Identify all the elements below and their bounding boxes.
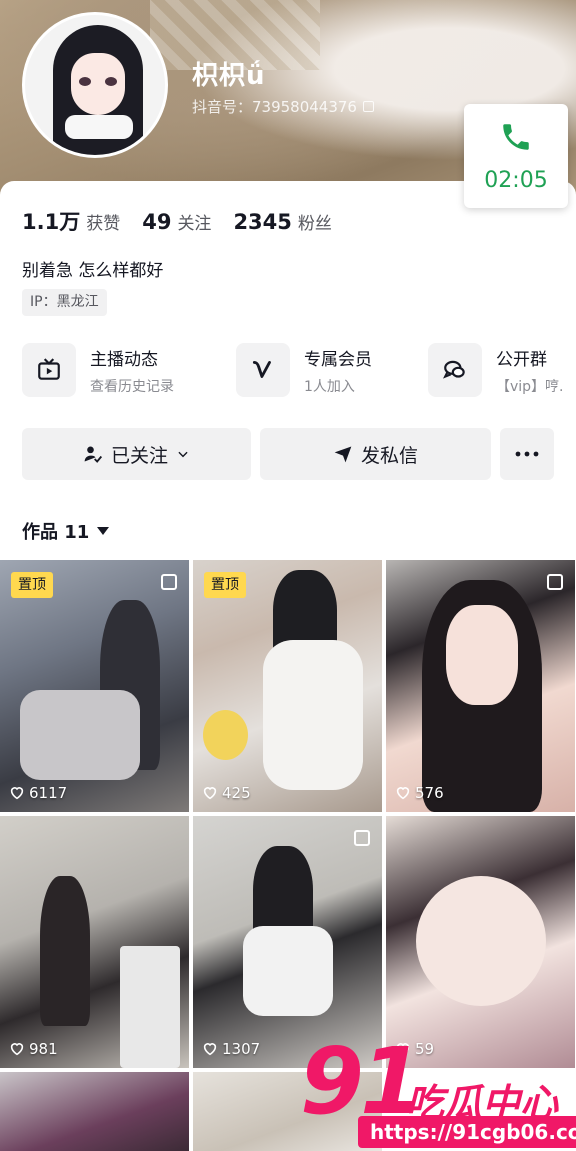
profile-page: 枳枳ǘ 抖音号：73958044376 02:05 1.1万 获赞 49 关注 … bbox=[0, 0, 576, 1151]
multi-image-icon bbox=[354, 830, 370, 846]
feature-title: 公开群 bbox=[496, 349, 547, 370]
stat-value: 49 bbox=[142, 210, 172, 234]
v-icon bbox=[236, 343, 290, 397]
heart-icon bbox=[10, 1043, 24, 1056]
video-thumbnail[interactable]: 576 bbox=[386, 560, 575, 812]
heart-icon bbox=[396, 787, 410, 800]
heart-icon bbox=[203, 1043, 217, 1056]
stat-label: 获赞 bbox=[86, 214, 121, 234]
call-duration: 02:05 bbox=[484, 167, 548, 193]
heart-icon bbox=[203, 787, 217, 800]
stat-value: 2345 bbox=[233, 210, 292, 234]
send-message-button[interactable]: 发私信 bbox=[260, 428, 491, 480]
avatar[interactable] bbox=[22, 12, 168, 158]
stats-row: 1.1万 获赞 49 关注 2345 粉丝 bbox=[22, 206, 332, 236]
stat-label: 粉丝 bbox=[297, 214, 332, 234]
like-count: 576 bbox=[395, 784, 444, 802]
call-floating-window[interactable]: 02:05 bbox=[464, 104, 568, 208]
like-count: 6117 bbox=[9, 784, 67, 802]
more-button[interactable] bbox=[500, 428, 554, 480]
tv-icon bbox=[22, 343, 76, 397]
stat-value: 1.1万 bbox=[22, 210, 81, 234]
feature-subtitle: 【vip】哼. bbox=[496, 378, 564, 395]
heart-icon bbox=[10, 787, 24, 800]
stat-following[interactable]: 49 关注 bbox=[142, 209, 211, 234]
copy-icon[interactable] bbox=[362, 101, 374, 112]
stat-followers[interactable]: 2345 粉丝 bbox=[233, 209, 331, 234]
followed-label: 已关注 bbox=[110, 444, 168, 467]
feature-public-group[interactable]: 公开群 【vip】哼. bbox=[428, 343, 564, 397]
douyin-id[interactable]: 抖音号：73958044376 bbox=[192, 96, 374, 117]
video-thumbnail[interactable]: 置顶 425 bbox=[193, 560, 382, 812]
feature-membership[interactable]: 专属会员 1人加入 bbox=[236, 343, 372, 397]
video-thumbnail[interactable] bbox=[0, 1072, 189, 1151]
feature-live-updates[interactable]: 主播动态 查看历史记录 bbox=[22, 343, 174, 397]
action-buttons: 已关注 发私信 bbox=[22, 428, 554, 480]
send-message-label: 发私信 bbox=[360, 444, 418, 467]
feature-row: 主播动态 查看历史记录 专属会员 1人加入 公开群 【vip】哼. bbox=[22, 343, 576, 403]
pinned-badge: 置顶 bbox=[204, 572, 246, 598]
ip-tag: IP：黑龙江 bbox=[22, 289, 107, 316]
feature-subtitle: 查看历史记录 bbox=[90, 378, 174, 395]
video-thumbnail[interactable]: 置顶 6117 bbox=[0, 560, 189, 812]
followed-button[interactable]: 已关注 bbox=[22, 428, 251, 480]
watermark: 91 吃瓜中心 https://91cgb06.com bbox=[300, 1036, 576, 1151]
stat-label: 关注 bbox=[177, 214, 212, 234]
nickname: 枳枳ǘ bbox=[192, 61, 266, 91]
more-icon bbox=[515, 451, 539, 457]
phone-icon bbox=[503, 123, 529, 150]
watermark-number: 91 bbox=[300, 1028, 424, 1135]
feature-title: 主播动态 bbox=[90, 349, 158, 370]
works-tab-label: 作品 11 bbox=[22, 522, 90, 543]
feature-subtitle: 1人加入 bbox=[304, 378, 355, 395]
chevron-down-icon bbox=[178, 451, 188, 458]
stat-likes[interactable]: 1.1万 获赞 bbox=[22, 206, 120, 236]
send-icon bbox=[334, 446, 352, 463]
feature-title: 专属会员 bbox=[304, 349, 372, 370]
multi-image-icon bbox=[161, 574, 177, 590]
like-count: 425 bbox=[202, 784, 251, 802]
watermark-url: https://91cgb06.com bbox=[358, 1116, 576, 1148]
works-tab[interactable]: 作品 11 bbox=[22, 518, 110, 544]
like-count: 981 bbox=[9, 1040, 58, 1058]
user-check-icon bbox=[84, 446, 103, 463]
pinned-badge: 置顶 bbox=[11, 572, 53, 598]
like-count: 1307 bbox=[202, 1040, 260, 1058]
bio: 别着急 怎么样都好 bbox=[22, 261, 164, 281]
dropdown-triangle-icon bbox=[97, 527, 110, 535]
multi-image-icon bbox=[547, 574, 563, 590]
video-thumbnail[interactable]: 981 bbox=[0, 816, 189, 1068]
chat-bubbles-icon bbox=[428, 343, 482, 397]
douyin-id-text: 抖音号：73958044376 bbox=[192, 98, 357, 116]
